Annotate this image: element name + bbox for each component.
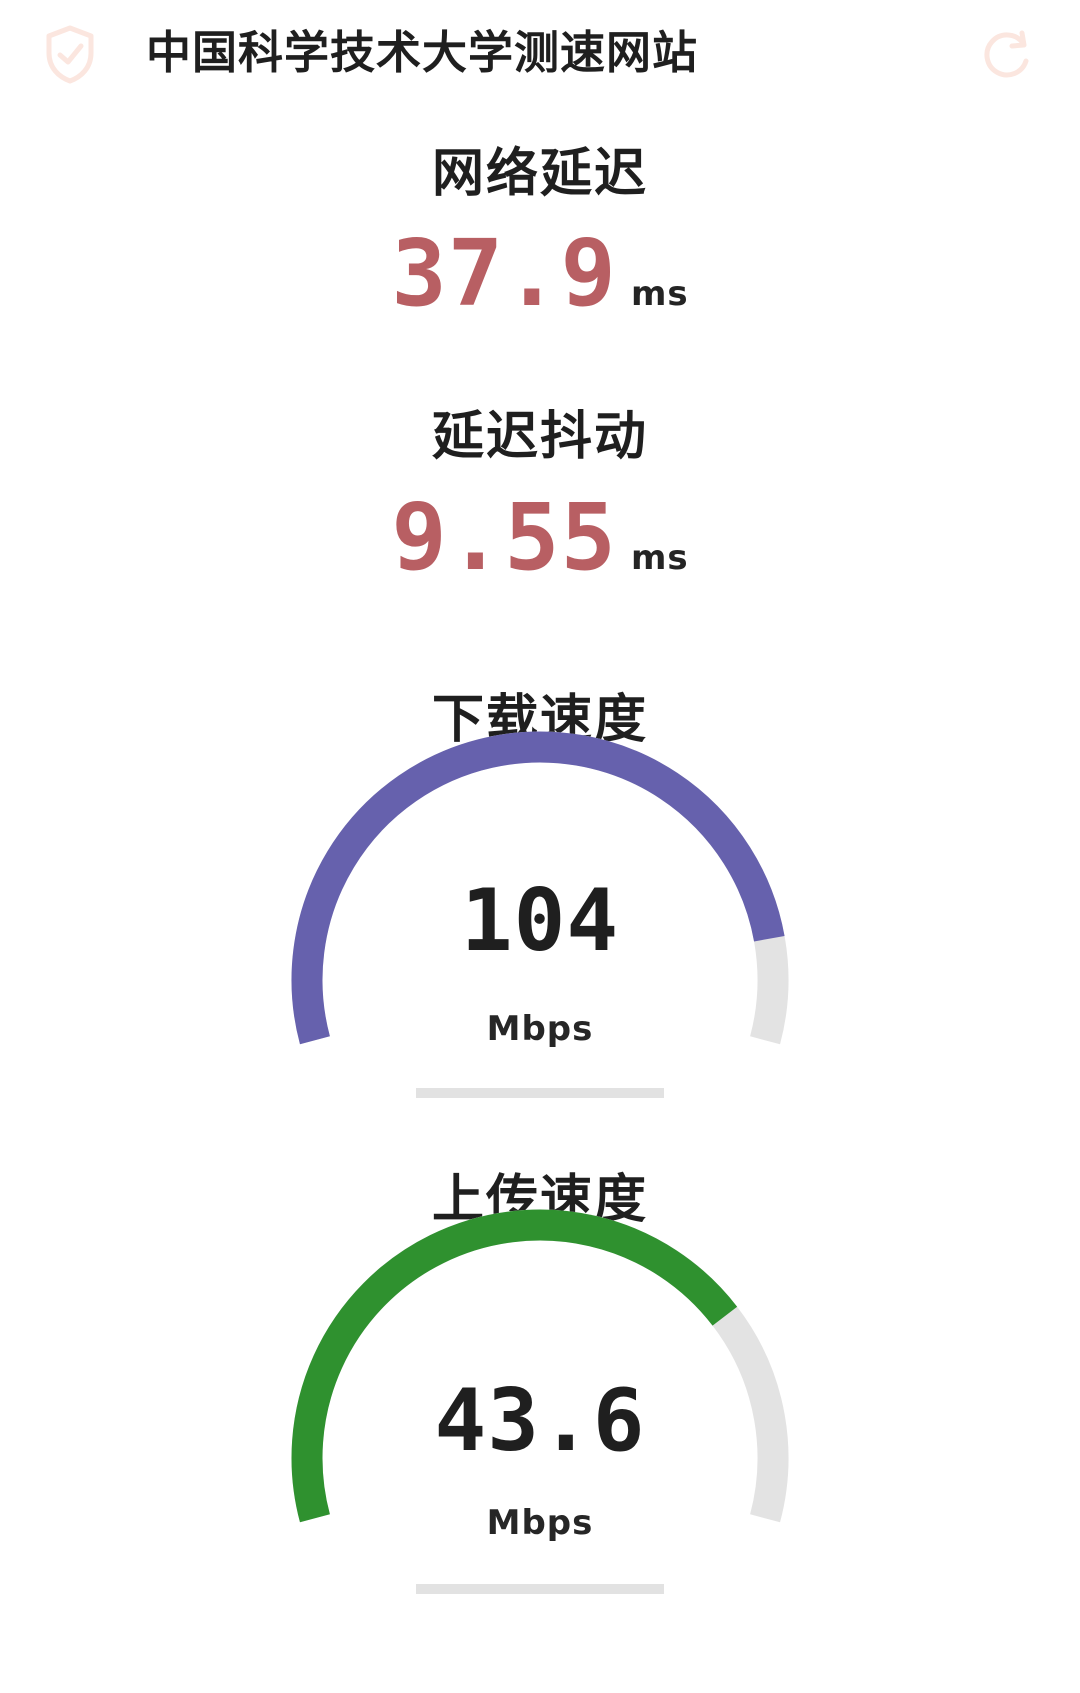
page-title: 中国科学技术大学测速网站 [146, 26, 699, 79]
refresh-icon[interactable] [978, 25, 1036, 83]
upload-gauge-card: 43.6 Mbps [0, 1203, 1080, 1643]
jitter-unit: ms [630, 538, 689, 578]
latency-value: 37.9 [391, 220, 617, 327]
latency-unit: ms [630, 274, 689, 314]
latency-value-row: 37.9 ms [0, 226, 1080, 322]
upload-progress-bar [416, 1584, 664, 1594]
download-unit: Mbps [486, 1009, 594, 1049]
jitter-value: 9.55 [391, 484, 617, 591]
jitter-label: 延迟抖动 [431, 407, 648, 467]
download-progress-bar [416, 1088, 664, 1098]
download-value: 104 [460, 871, 620, 971]
upload-unit: Mbps [486, 1503, 594, 1543]
shield-check-icon[interactable] [42, 24, 98, 84]
top-bar: 中国科学技术大学测速网站 [0, 0, 1080, 110]
download-gauge-card: 104 Mbps [0, 725, 1080, 1165]
jitter-value-row: 9.55 ms [0, 490, 1080, 586]
upload-value: 43.6 [434, 1371, 646, 1471]
latency-label: 网络延迟 [431, 144, 648, 204]
